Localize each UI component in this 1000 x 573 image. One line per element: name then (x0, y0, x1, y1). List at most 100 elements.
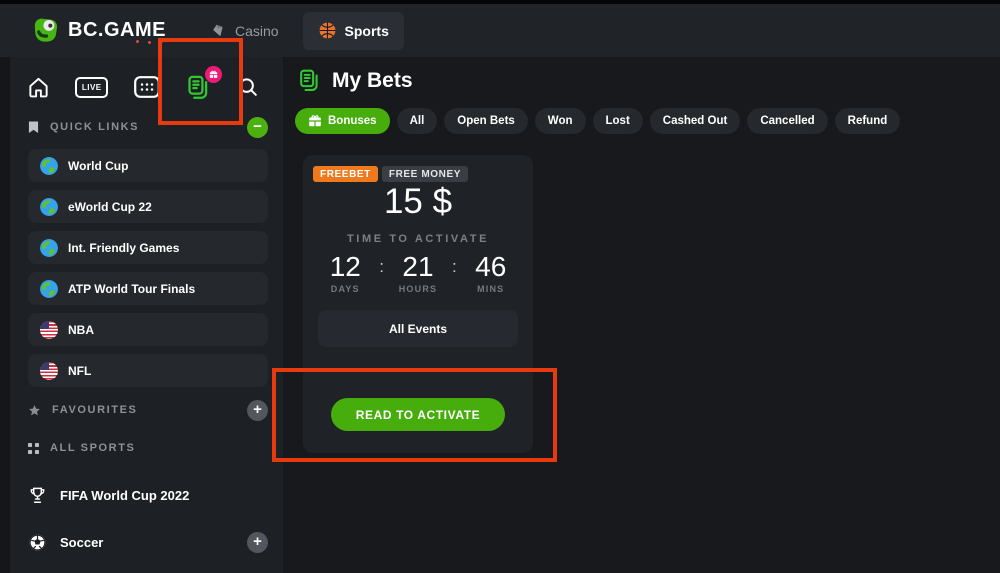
tab-sports[interactable]: Sports (303, 12, 404, 50)
topbar: BC.GAME Casino Sports (0, 0, 1000, 57)
filter-label: All (410, 115, 425, 127)
live-icon: LIVE (75, 77, 108, 98)
sidebar: LIVE (0, 57, 283, 573)
quick-link-label: NFL (68, 364, 91, 378)
tab-casino[interactable]: Casino (210, 22, 279, 39)
grid-icon (28, 443, 39, 454)
collapse-quick-links-button[interactable]: − (247, 117, 268, 138)
read-to-activate-button[interactable]: READ TO ACTIVATE (331, 398, 505, 431)
countdown-days: 12 DAYS (319, 252, 371, 294)
main-content: My Bets Bonuses All Open Bets Won Lost C… (283, 57, 1000, 573)
usa-flag-icon (40, 321, 58, 339)
filter-lost[interactable]: Lost (593, 108, 643, 134)
countdown-mins: 46 MINS (465, 252, 517, 294)
hours-label: HOURS (392, 284, 444, 294)
quick-links-list: World Cup eWorld Cup 22 Int. Friendly Ga… (28, 149, 268, 395)
quick-link-world-cup[interactable]: World Cup (28, 149, 268, 182)
quick-link-eworld-cup[interactable]: eWorld Cup 22 (28, 190, 268, 223)
countdown-hours: 21 HOURS (392, 252, 444, 294)
add-favourite-button[interactable]: + (247, 400, 268, 421)
sport-label: FIFA World Cup 2022 (60, 488, 189, 503)
bcgame-mascot-icon (31, 16, 60, 45)
all-events-button[interactable]: All Events (318, 310, 518, 347)
quick-link-label: eWorld Cup 22 (68, 200, 152, 214)
filter-cancelled[interactable]: Cancelled (747, 108, 827, 134)
bonus-badges: FREEBET FREE MONEY (313, 166, 468, 182)
quick-link-nba[interactable]: NBA (28, 313, 268, 346)
all-sports-header: ALL SPORTS (28, 437, 268, 459)
days-label: DAYS (319, 284, 371, 294)
quick-link-int-friendly-games[interactable]: Int. Friendly Games (28, 231, 268, 264)
home-button[interactable] (27, 76, 50, 99)
bc-game-sportsbook: BC.GAME Casino Sports (0, 0, 1000, 573)
filter-won[interactable]: Won (535, 108, 586, 134)
diamond-icon (210, 22, 227, 39)
all-sports-title: ALL SPORTS (50, 442, 135, 454)
star-icon (28, 404, 41, 417)
filter-label: Bonuses (328, 115, 377, 127)
gift-icon (209, 70, 218, 79)
globe-icon (40, 157, 58, 175)
countdown-separator: : (452, 257, 457, 277)
my-bets-button[interactable] (185, 74, 212, 101)
mins-label: MINS (465, 284, 517, 294)
live-events-button[interactable]: LIVE (75, 77, 108, 98)
calendar-icon (134, 76, 160, 98)
bookmark-icon (28, 121, 39, 134)
basketball-icon (318, 21, 337, 40)
bonus-notification-badge (205, 66, 222, 83)
soccer-ball-icon (28, 533, 47, 552)
trophy-icon (28, 486, 47, 505)
timer-title: TIME TO ACTIVATE (303, 233, 533, 245)
activation-countdown: 12 DAYS : 21 HOURS : 46 MINS (303, 252, 533, 294)
freebet-bonus-card: FREEBET FREE MONEY 15 $ TIME TO ACTIVATE… (303, 155, 533, 453)
free-money-badge: FREE MONEY (382, 166, 468, 182)
usa-flag-icon (40, 362, 58, 380)
page-title: My Bets (332, 69, 413, 93)
globe-icon (40, 239, 58, 257)
home-icon (27, 76, 50, 99)
sidebar-icon-nav: LIVE (0, 70, 283, 104)
filter-refund[interactable]: Refund (835, 108, 901, 134)
quick-link-atp-world-tour-finals[interactable]: ATP World Tour Finals (28, 272, 268, 305)
sidebar-item-soccer[interactable]: Soccer + (28, 530, 268, 554)
search-button[interactable] (237, 76, 259, 98)
globe-icon (40, 198, 58, 216)
filter-label: Cashed Out (663, 115, 728, 127)
logo-confetti-dots (160, 40, 163, 43)
bet-filters: Bonuses All Open Bets Won Lost Cashed Ou… (295, 108, 900, 134)
filter-label: Lost (606, 115, 630, 127)
countdown-separator: : (379, 257, 384, 277)
filter-cashed-out[interactable]: Cashed Out (650, 108, 741, 134)
globe-icon (40, 280, 58, 298)
quick-links-header: QUICK LINKS − (28, 116, 268, 138)
hours-value: 21 (392, 252, 444, 281)
mins-value: 46 (465, 252, 517, 281)
quick-link-label: NBA (68, 323, 94, 337)
quick-link-label: ATP World Tour Finals (68, 282, 195, 296)
sport-label: Soccer (60, 535, 103, 550)
favourites-title: FAVOURITES (52, 404, 137, 416)
sidebar-item-fifa-world-cup-2022[interactable]: FIFA World Cup 2022 (28, 483, 268, 507)
filter-bonuses[interactable]: Bonuses (295, 108, 390, 134)
bonus-amount: 15 $ (303, 182, 533, 222)
days-value: 12 (319, 252, 371, 281)
tab-casino-label: Casino (235, 23, 279, 39)
filter-label: Cancelled (760, 115, 814, 127)
filter-open-bets[interactable]: Open Bets (444, 108, 528, 134)
favourites-header: FAVOURITES + (28, 399, 268, 421)
filter-all[interactable]: All (397, 108, 438, 134)
quick-link-label: World Cup (68, 159, 128, 173)
bcgame-logo[interactable]: BC.GAME (31, 16, 163, 45)
schedule-button[interactable] (134, 76, 160, 98)
quick-links-title: QUICK LINKS (50, 121, 139, 133)
filter-label: Won (548, 115, 573, 127)
search-icon (237, 76, 259, 98)
quick-link-nfl[interactable]: NFL (28, 354, 268, 387)
filter-label: Refund (848, 115, 888, 127)
page-title-row: My Bets (297, 68, 413, 93)
expand-soccer-button[interactable]: + (247, 532, 268, 553)
gift-icon (308, 114, 322, 128)
filter-label: Open Bets (457, 115, 515, 127)
sidebar-edge-strip (0, 57, 10, 573)
